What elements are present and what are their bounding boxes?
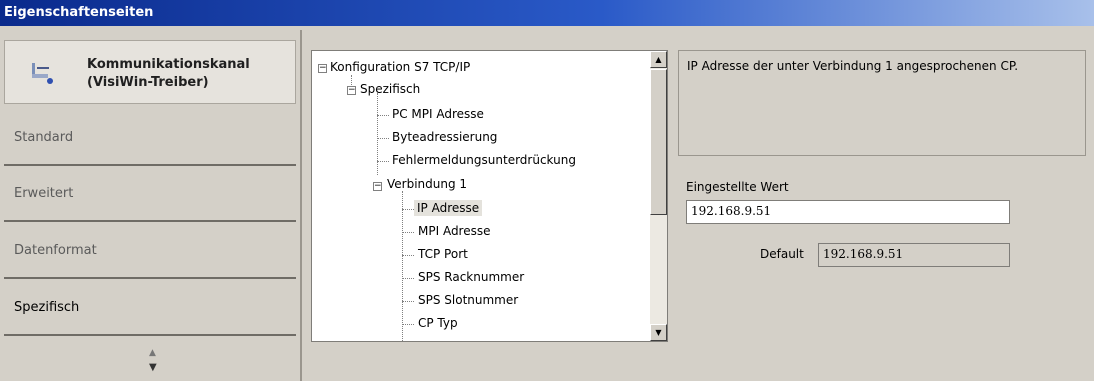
scroll-up-button[interactable]: ▲ <box>650 51 667 68</box>
nav-header[interactable]: Kommunikationskanal (VisiWin-Treiber) <box>4 40 296 104</box>
tree-node[interactable]: Fehlermeldungsunterdrückung <box>392 153 576 167</box>
scroll-up-icon[interactable]: ▲ <box>149 348 156 358</box>
nav-header-title: Kommunikationskanal <box>87 57 250 72</box>
tree-scrollbar[interactable]: ▲ ▼ <box>650 51 667 341</box>
scroll-down-icon[interactable]: ▼ <box>149 362 157 373</box>
default-label: Default <box>760 247 804 261</box>
nav-scroll-area: ▲ ▼ <box>4 343 296 381</box>
tree-node[interactable]: CP Typ <box>418 316 458 330</box>
collapse-icon[interactable]: − <box>347 86 356 95</box>
tree-node[interactable]: SPS Slotnummer <box>418 293 518 307</box>
value-input[interactable]: 192.168.9.51 <box>686 200 1010 224</box>
nav-item-label: Erweitert <box>14 186 74 201</box>
nav-item-datenformat[interactable]: Datenformat <box>4 223 296 279</box>
nav-item-label: Datenformat <box>14 243 97 258</box>
tree-node[interactable]: Verbindung 1 <box>387 177 467 191</box>
tree-node-selected[interactable]: IP Adresse <box>414 200 483 216</box>
tree-node[interactable]: SPS Racknummer <box>418 270 524 284</box>
value-label: Eingestellte Wert <box>686 180 789 194</box>
description-text: IP Adresse der unter Verbindung 1 angesp… <box>687 59 1019 73</box>
default-value-field: 192.168.9.51 <box>818 243 1010 267</box>
window-title: Eigenschaftenseiten <box>4 5 154 20</box>
title-bar: Eigenschaftenseiten <box>0 0 1094 26</box>
tree-node[interactable]: TCP Port <box>418 247 468 261</box>
tree-node[interactable]: PC MPI Adresse <box>392 107 484 121</box>
nav-header-subtitle: (VisiWin-Treiber) <box>87 75 209 90</box>
channel-icon <box>32 63 53 84</box>
collapse-icon[interactable]: − <box>318 64 327 73</box>
nav-item-label: Standard <box>14 130 74 145</box>
tree-node[interactable]: Konfiguration S7 TCP/IP <box>330 60 470 74</box>
nav-item-label: Spezifisch <box>14 300 80 315</box>
nav-item-erweitert[interactable]: Erweitert <box>4 166 296 222</box>
tree-node[interactable]: Byteadressierung <box>392 130 497 144</box>
nav-item-spezifisch[interactable]: Spezifisch <box>4 280 296 336</box>
tree-node[interactable]: Spezifisch <box>360 82 420 96</box>
scroll-down-button[interactable]: ▼ <box>650 324 667 341</box>
scroll-thumb[interactable] <box>650 69 667 215</box>
description-panel: IP Adresse der unter Verbindung 1 angesp… <box>678 50 1086 156</box>
property-tree: − Konfiguration S7 TCP/IP − Spezifisch P… <box>311 50 668 342</box>
tree-node[interactable]: MPI Adresse <box>418 224 491 238</box>
navigation-panel: Kommunikationskanal (VisiWin-Treiber) St… <box>2 30 302 381</box>
nav-item-standard[interactable]: Standard <box>4 110 296 166</box>
collapse-icon[interactable]: − <box>373 182 382 191</box>
